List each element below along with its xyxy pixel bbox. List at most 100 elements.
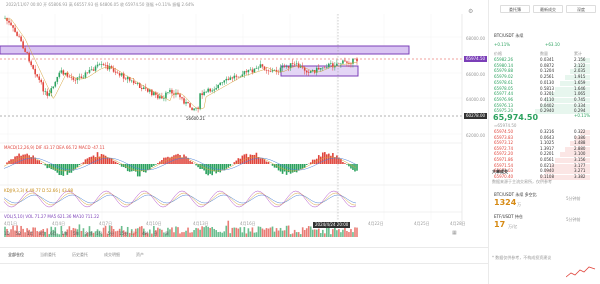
last-price: 65,974.50: [493, 113, 539, 122]
volume-bar: [12, 225, 14, 237]
ask-price[interactable]: 65978.61: [494, 80, 513, 85]
volume-bar: [217, 232, 220, 237]
sidebar-tab[interactable]: 深度: [566, 5, 596, 13]
candle-body: [68, 76, 71, 78]
bid-price[interactable]: 65971.86: [494, 158, 513, 162]
timeframe-button[interactable]: 5年: [73, 232, 80, 236]
ask-price[interactable]: 65980.14: [494, 63, 513, 68]
timeframe-button[interactable]: 1分: [96, 232, 103, 236]
ask-price[interactable]: 65982.26: [494, 58, 513, 62]
volume-bar: [80, 230, 83, 237]
ask-total: 0.334: [574, 102, 586, 108]
candle-body: [52, 86, 55, 89]
bottom-tab[interactable]: 全部仓位: [8, 253, 24, 257]
candle-body: [112, 68, 115, 72]
candle-body: [338, 63, 340, 65]
ask-price[interactable]: 65976.96: [494, 97, 513, 102]
macd-bar: [28, 155, 30, 164]
candle-body: [96, 64, 99, 67]
candle-body: [185, 102, 187, 104]
macd-bar: [263, 159, 266, 164]
candle-body: [219, 82, 222, 85]
bid-price[interactable]: 65972.20: [494, 152, 513, 156]
volume-bar: [281, 230, 284, 237]
candle-body: [34, 68, 36, 75]
date-tick: 4月7日: [99, 221, 113, 226]
candle-body: [56, 76, 59, 82]
macd-bar: [118, 164, 121, 165]
timeframe-button[interactable]: 5分: [108, 232, 115, 236]
card1-side: 5分钟前: [566, 196, 581, 201]
volume-bar: [291, 233, 294, 237]
macd-bar: [114, 161, 117, 164]
timeframe-button[interactable]: 周: [165, 232, 169, 236]
bid-price[interactable]: 65973.83: [494, 135, 513, 140]
candle-body: [317, 67, 320, 70]
volume-bar: [324, 233, 326, 237]
macd-bar: [344, 163, 346, 164]
candle-body: [153, 92, 155, 96]
ask-price[interactable]: 65979.88: [494, 69, 513, 73]
timeframe-button[interactable]: 日: [154, 232, 158, 236]
macd-bar: [36, 160, 38, 164]
layout-icon[interactable]: ▦: [452, 231, 457, 236]
timeframe-button[interactable]: 15分: [119, 232, 128, 236]
timeframe-button[interactable]: 4时: [142, 232, 149, 236]
timeframe-button[interactable]: 全部: [85, 232, 93, 236]
timeframe-button[interactable]: 1年: [62, 232, 69, 236]
volume-bar: [46, 228, 49, 237]
timeframe-button[interactable]: 3月: [39, 232, 46, 236]
timeframe-button[interactable]: 1时: [131, 232, 138, 236]
macd-bar: [213, 164, 215, 172]
candle-body: [259, 64, 262, 68]
macd-bar: [225, 164, 228, 169]
sidebar-tab[interactable]: 最新成交: [533, 5, 563, 13]
volume-bar: [177, 227, 179, 237]
bid-price[interactable]: 65971.54: [494, 163, 513, 168]
ask-total: 2.156: [574, 57, 586, 62]
ask-price[interactable]: 65979.02: [494, 75, 513, 79]
macd-bar: [227, 164, 230, 168]
bid-price[interactable]: 65973.12: [494, 141, 513, 145]
sidebar-tab[interactable]: 委托簿: [500, 5, 530, 13]
candle-body: [181, 97, 183, 99]
volume-bar: [342, 229, 344, 237]
candle-body: [94, 66, 97, 71]
pair-name[interactable]: BTC/USDT 永续: [494, 34, 523, 38]
ask-price[interactable]: 65977.44: [494, 92, 513, 96]
candle-body: [249, 69, 252, 71]
candle-body: [305, 70, 308, 73]
volume-bar: [309, 226, 312, 237]
timeframe-button[interactable]: 1D: [4, 232, 10, 236]
volume-bar: [299, 234, 302, 237]
card2-side: 5分钟前: [566, 217, 581, 222]
volume-bar: [231, 227, 234, 237]
bid-amount: 0.3216: [540, 129, 554, 134]
bid-total: 2.880: [574, 145, 586, 151]
candle-body: [285, 66, 288, 67]
candle-body: [134, 83, 137, 84]
bottom-tab[interactable]: 成交明细: [104, 253, 120, 257]
bottom-tab[interactable]: 资产: [136, 253, 144, 257]
bid-price[interactable]: 65972.74: [494, 146, 513, 151]
volume-bar: [295, 232, 298, 237]
candle-body: [328, 63, 330, 68]
macd-bar: [58, 164, 61, 176]
candle-body: [307, 72, 310, 73]
candle-body: [42, 82, 45, 92]
price-chart[interactable]: [0, 0, 470, 240]
macd-bar: [285, 164, 288, 175]
candle-body: [279, 67, 282, 72]
ask-price[interactable]: 65978.05: [494, 86, 513, 91]
volume-bar: [303, 229, 306, 237]
bottom-tab[interactable]: 历史委托: [72, 253, 88, 257]
timeframe-button[interactable]: 5D: [16, 232, 22, 236]
bid-price[interactable]: 65974.50: [494, 130, 513, 134]
volume-bar: [233, 227, 236, 237]
ask-price[interactable]: 65976.13: [494, 103, 513, 108]
timeframe-button[interactable]: 6月: [50, 232, 57, 236]
timeframe-button[interactable]: 1月: [27, 232, 34, 236]
bottom-tab[interactable]: 当前委托: [40, 253, 56, 257]
volume-bar: [209, 227, 211, 237]
candle-body: [114, 71, 117, 73]
